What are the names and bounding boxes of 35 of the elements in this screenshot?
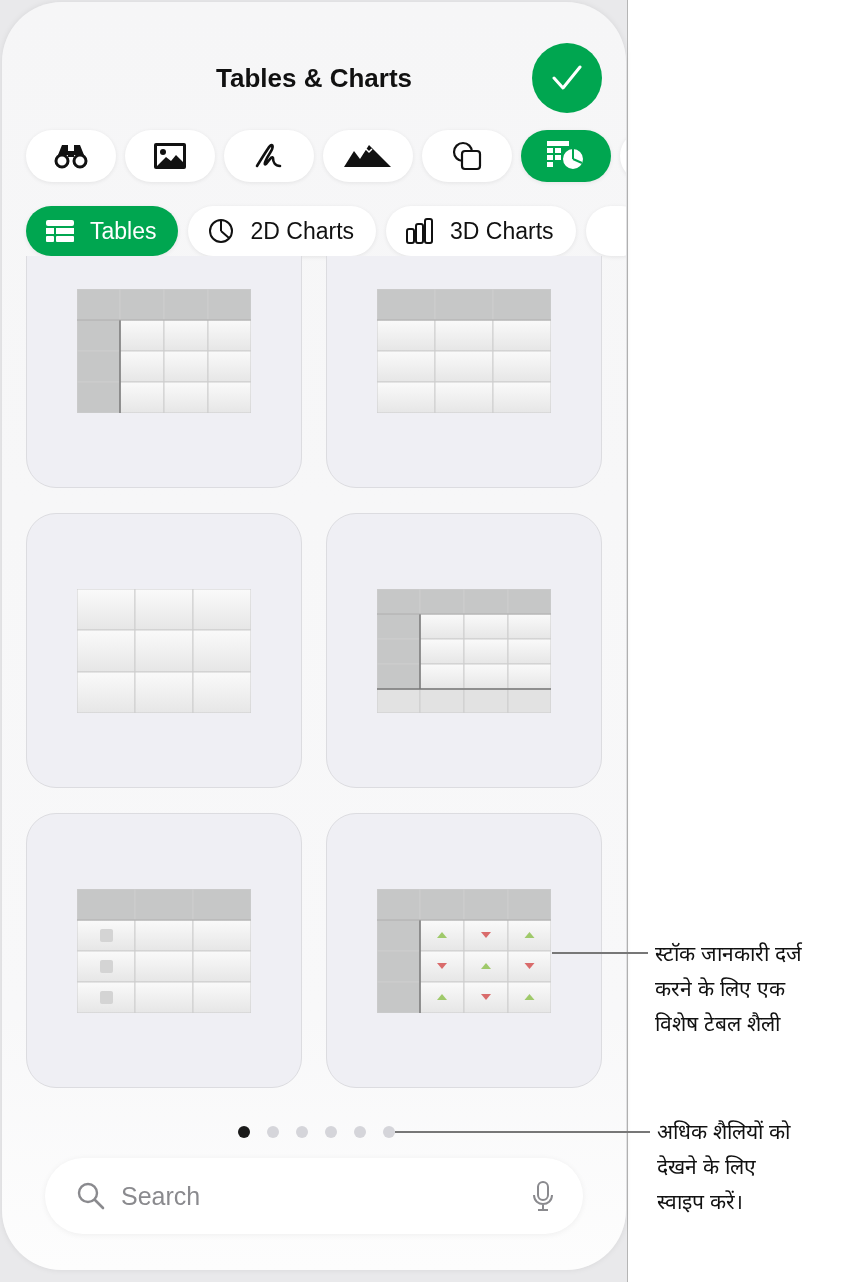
table-style-card[interactable] [326,813,602,1088]
sheet-title: Tables & Charts [216,62,412,94]
bar-chart-icon [406,218,435,244]
pie-chart-icon [208,218,235,244]
microphone-icon [533,1181,553,1211]
search-field[interactable]: Search [119,1180,519,1212]
insert-tab[interactable] [224,130,314,182]
insert-tab[interactable] [422,130,512,182]
insert-tab[interactable] [125,130,215,182]
page-dot[interactable] [383,1126,395,1138]
checkmark-icon [552,65,582,91]
callout-text: स्टॉक जानकारी दर्ज करने के लिए एक विशेष टेबल शैली [655,941,803,1037]
table-style-card[interactable] [26,813,302,1088]
squiggle-icon [254,142,284,170]
search-icon [77,1182,105,1210]
table-style-card[interactable] [26,513,302,788]
shapes-icon [452,141,482,171]
page-dot[interactable] [354,1126,366,1138]
photo-icon [154,143,186,169]
page-dot[interactable] [238,1126,250,1138]
insert-tab[interactable] [26,130,116,182]
callout-text: अधिक शैलियों को देखने के लिए स्वाइप करें। [657,1119,792,1215]
category-tab[interactable]: 3D Charts [386,206,576,256]
category-tab[interactable]: 2D Charts [188,206,377,256]
table-style-card[interactable] [326,256,602,488]
table-icon [46,220,74,242]
page-dot[interactable] [325,1126,337,1138]
table-chart-icon [547,141,585,171]
table-style-card[interactable] [26,256,302,488]
table-style-card[interactable] [326,513,602,788]
mountains-icon [344,143,392,169]
page-dot[interactable] [267,1126,279,1138]
page-dot[interactable] [296,1126,308,1138]
insert-tab[interactable] [323,130,413,182]
binoculars-icon [54,143,88,169]
